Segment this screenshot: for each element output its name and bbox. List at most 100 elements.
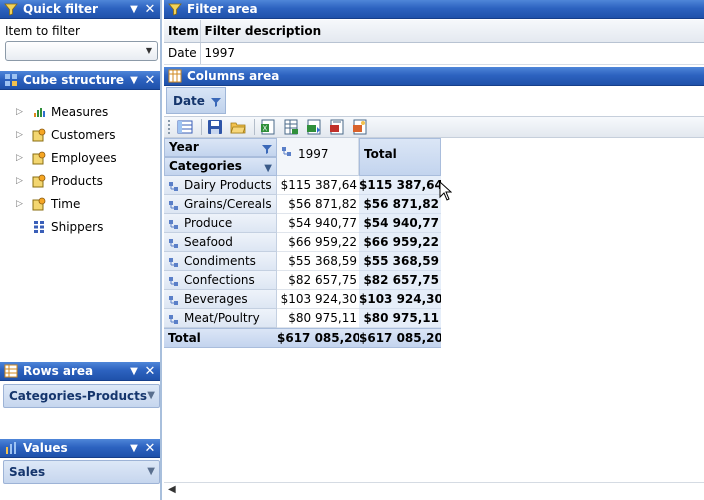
export-image-icon[interactable] bbox=[350, 118, 370, 136]
dropdown-arrow-icon[interactable]: ▼ bbox=[146, 46, 152, 55]
categories-header[interactable]: Categories ▼ bbox=[164, 157, 277, 176]
collapse-chevron-icon[interactable]: ▼ bbox=[126, 366, 142, 377]
values-titlebar: Values ▼ ✕ bbox=[0, 439, 160, 458]
save-icon[interactable] bbox=[205, 118, 225, 136]
tree-item-customers[interactable]: ▷ Customers bbox=[0, 123, 158, 146]
cell-value[interactable]: $103 924,30 bbox=[277, 290, 359, 309]
layout-icon[interactable] bbox=[175, 118, 195, 136]
tree-item-label: Customers bbox=[51, 127, 116, 142]
cell-total[interactable]: $82 657,75 bbox=[359, 271, 441, 290]
filter-table-header: Item Filter description bbox=[164, 20, 704, 43]
member-icon bbox=[169, 198, 179, 213]
cell-value[interactable]: $80 975,11 bbox=[277, 309, 359, 328]
tree-item-shippers[interactable]: Shippers bbox=[0, 215, 158, 238]
cell-total[interactable]: $66 959,22 bbox=[359, 233, 441, 252]
cell-total[interactable]: $103 924,30 bbox=[359, 290, 441, 309]
dropdown-arrow-icon[interactable]: ▼ bbox=[147, 390, 155, 401]
open-folder-icon[interactable] bbox=[228, 118, 248, 136]
cube-structure-title: Cube structure bbox=[23, 73, 125, 87]
item-to-filter-select[interactable]: ▼ bbox=[5, 41, 158, 61]
rows-area-value: Categories-Products bbox=[9, 389, 147, 403]
table-row[interactable]: Produce bbox=[164, 214, 277, 233]
dropdown-arrow-icon[interactable]: ▼ bbox=[147, 466, 155, 477]
export-grid-icon[interactable] bbox=[281, 118, 301, 136]
row-label: Grains/Cereals bbox=[184, 197, 272, 211]
svg-text:X: X bbox=[263, 125, 268, 133]
table-row[interactable]: Dairy Products bbox=[164, 176, 277, 195]
column-header-total: Total bbox=[359, 138, 441, 176]
toolbar-separator bbox=[254, 119, 255, 135]
cell-value[interactable]: $115 387,64 bbox=[277, 176, 359, 195]
collapse-chevron-icon[interactable]: ▼ bbox=[126, 4, 142, 15]
table-row[interactable]: Confections bbox=[164, 271, 277, 290]
table-row[interactable]: Condiments bbox=[164, 252, 277, 271]
cell-total[interactable]: $54 940,77 bbox=[359, 214, 441, 233]
member-icon bbox=[169, 293, 179, 308]
collapse-chevron-icon[interactable]: ▼ bbox=[126, 443, 142, 454]
row-label: Confections bbox=[184, 273, 255, 287]
member-icon bbox=[169, 179, 179, 194]
row-label: Meat/Poultry bbox=[184, 311, 260, 325]
row-label: Dairy Products bbox=[184, 178, 272, 192]
measures-icon bbox=[32, 105, 46, 119]
filter-icon[interactable] bbox=[262, 142, 272, 156]
table-row[interactable]: Seafood bbox=[164, 233, 277, 252]
grid-icon bbox=[32, 220, 46, 234]
expand-arrow-icon[interactable]: ▷ bbox=[16, 176, 26, 186]
export-excel-icon[interactable]: X bbox=[258, 118, 278, 136]
pivot-toolbar: X bbox=[164, 116, 704, 138]
tree-item-label: Employees bbox=[51, 150, 117, 165]
table-row[interactable]: Meat/Poultry bbox=[164, 309, 277, 328]
grand-total-label: Total bbox=[164, 328, 277, 348]
cell-total[interactable]: $56 871,82 bbox=[359, 195, 441, 214]
tree-item-time[interactable]: ▷ Time bbox=[0, 192, 158, 215]
values-chart-icon bbox=[3, 440, 19, 456]
rows-area-field[interactable]: Categories-Products ▼ bbox=[3, 384, 160, 408]
cell-total[interactable]: $55 368,59 bbox=[359, 252, 441, 271]
tree-item-products[interactable]: ▷ Products bbox=[0, 169, 158, 192]
cell-value[interactable]: $82 657,75 bbox=[277, 271, 359, 290]
collapse-chevron-icon[interactable]: ▼ bbox=[126, 75, 142, 86]
filter-area-title: Filter area bbox=[187, 2, 258, 16]
expand-arrow-icon[interactable]: ▷ bbox=[16, 130, 26, 140]
tree-item-label: Measures bbox=[51, 104, 109, 119]
grand-total-value[interactable]: $617 085,20 bbox=[277, 328, 359, 348]
tree-item-employees[interactable]: ▷ Employees bbox=[0, 146, 158, 169]
date-field-chip[interactable]: Date bbox=[166, 87, 226, 114]
dropdown-arrow-icon[interactable]: ▼ bbox=[264, 160, 272, 175]
tree-item-measures[interactable]: ▷ Measures bbox=[0, 100, 158, 123]
export-pdf-icon[interactable] bbox=[327, 118, 347, 136]
cell-value[interactable]: $66 959,22 bbox=[277, 233, 359, 252]
expand-arrow-icon[interactable]: ▷ bbox=[16, 107, 26, 117]
expand-arrow-icon[interactable]: ▷ bbox=[16, 153, 26, 163]
member-icon bbox=[169, 217, 179, 232]
export-csv-icon[interactable] bbox=[304, 118, 324, 136]
cell-value[interactable]: $54 940,77 bbox=[277, 214, 359, 233]
row-label: Produce bbox=[184, 216, 233, 230]
year-header[interactable]: Year bbox=[164, 138, 277, 157]
close-icon[interactable]: ✕ bbox=[142, 441, 158, 456]
toolbar-grip[interactable] bbox=[168, 120, 171, 134]
columns-area-title: Columns area bbox=[187, 69, 280, 83]
table-row[interactable]: Beverages bbox=[164, 290, 277, 309]
column-header-1997[interactable]: 1997 bbox=[277, 138, 359, 176]
values-title: Values bbox=[23, 441, 68, 455]
values-field[interactable]: Sales ▼ bbox=[3, 460, 160, 484]
cell-value[interactable]: $56 871,82 bbox=[277, 195, 359, 214]
categories-header-label: Categories bbox=[169, 159, 242, 173]
filter-icon[interactable] bbox=[211, 96, 221, 110]
rows-area-title: Rows area bbox=[23, 364, 94, 378]
columns-area-titlebar: Columns area bbox=[164, 67, 704, 86]
filter-row[interactable]: Date 1997 bbox=[164, 42, 704, 65]
cell-value[interactable]: $55 368,59 bbox=[277, 252, 359, 271]
expand-arrow-icon[interactable]: ▷ bbox=[16, 199, 26, 209]
close-icon[interactable]: ✕ bbox=[142, 2, 158, 17]
scroll-left-icon[interactable]: ◀ bbox=[168, 484, 176, 495]
horizontal-scrollbar[interactable]: ◀ bbox=[164, 482, 704, 498]
cell-total[interactable]: $80 975,11 bbox=[359, 309, 441, 328]
close-icon[interactable]: ✕ bbox=[142, 364, 158, 379]
table-row[interactable]: Grains/Cereals bbox=[164, 195, 277, 214]
close-icon[interactable]: ✕ bbox=[142, 73, 158, 88]
cell-total[interactable]: $115 387,64 bbox=[359, 176, 441, 195]
grand-total-total[interactable]: $617 085,20 bbox=[359, 328, 441, 348]
